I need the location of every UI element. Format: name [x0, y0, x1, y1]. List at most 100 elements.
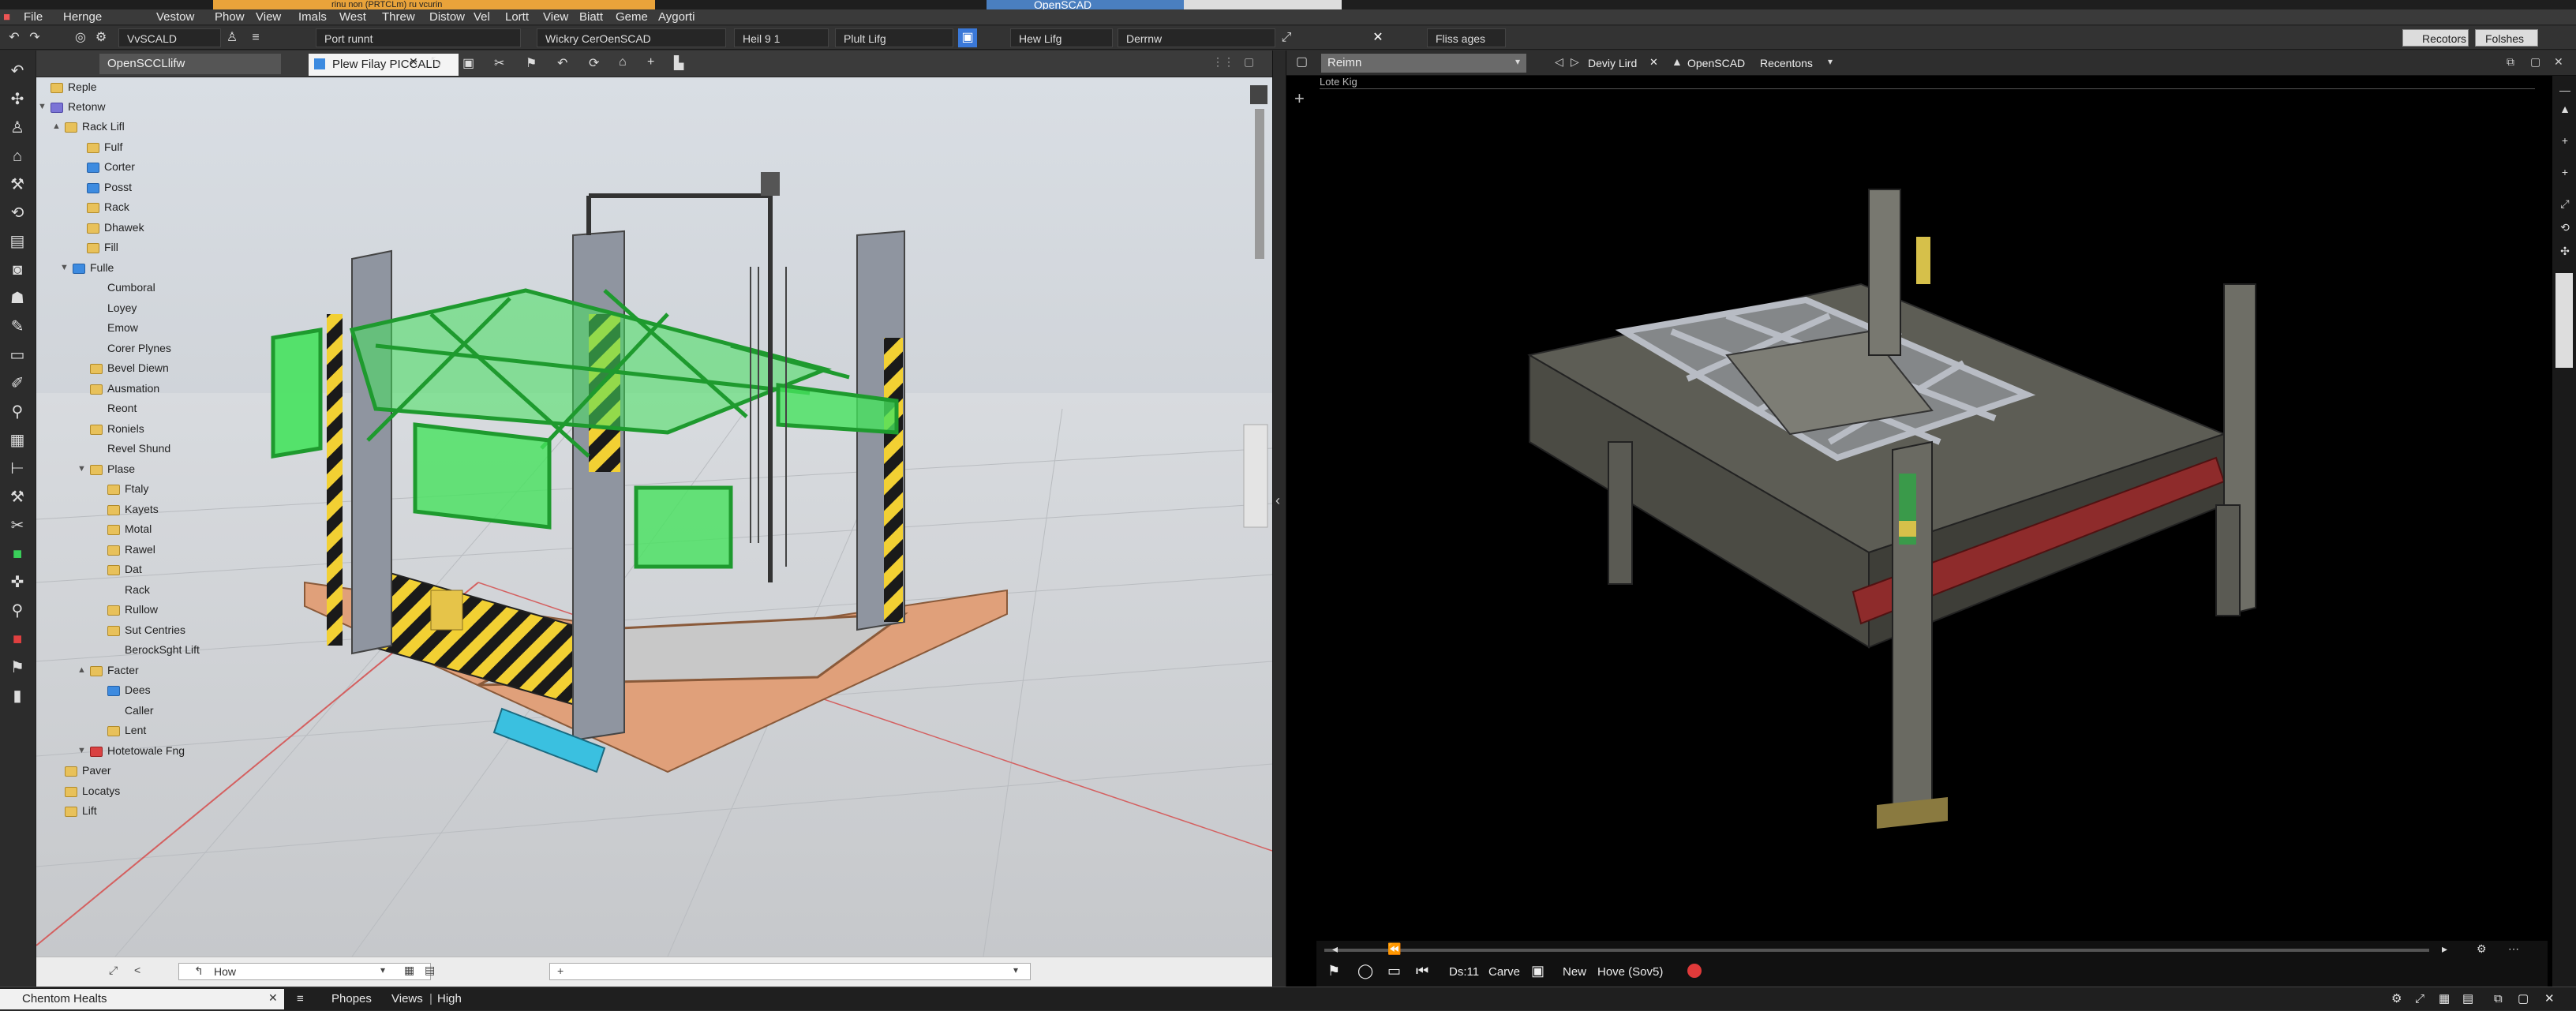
menu-west[interactable]: West	[339, 9, 366, 25]
footer-item-hove[interactable]: Hove (Sov5)	[1597, 965, 1663, 979]
toolbar-field-3[interactable]: Wickry CerOenSCAD	[537, 28, 726, 47]
selector-chevron-icon[interactable]: ▾	[1515, 56, 1520, 67]
status-tab[interactable]: Chentom Healts	[0, 989, 284, 1009]
tree-item[interactable]: ▲ Facter	[77, 661, 139, 680]
menu-aygorti[interactable]: Aygorti	[658, 9, 695, 25]
tree-item[interactable]: Reont	[107, 399, 137, 418]
menu-file[interactable]: File	[24, 9, 43, 25]
tree-item[interactable]: Rullow	[107, 600, 158, 619]
tree-item[interactable]: Locatys	[65, 781, 120, 800]
status-views[interactable]: Views	[391, 987, 423, 1011]
toolbar-field-4[interactable]: Heil 9 1	[734, 28, 829, 47]
panel-menu-icon[interactable]: ⋮⋮	[1212, 55, 1234, 69]
home-icon[interactable]: ⌂	[8, 147, 27, 166]
strip-up-icon[interactable]: ▲	[2555, 99, 2574, 118]
strip-rotate-icon[interactable]: ⟲	[2555, 218, 2574, 237]
window-tab-blank[interactable]	[1184, 0, 1342, 9]
tree-item[interactable]: Corer Plynes	[107, 339, 171, 358]
footer-item-ds[interactable]: Ds:11	[1449, 965, 1479, 979]
window-tab-a[interactable]: rinu non (PRTCLm) ru vcurin	[213, 0, 655, 9]
toolbar-field-5[interactable]: Plult Lifg	[835, 28, 953, 47]
pin-tool-icon[interactable]: ⚑	[8, 658, 27, 677]
home-tool-icon[interactable]: ⌂	[619, 55, 627, 69]
menu-lortt[interactable]: Lortt	[505, 9, 529, 25]
tree-item[interactable]: Revel Shund	[107, 439, 170, 458]
user-icon[interactable]: ♙	[223, 28, 242, 47]
status-list-icon[interactable]: ▤	[2462, 987, 2473, 1011]
restore-icon[interactable]: ⧉	[2507, 55, 2514, 69]
layout-tool-icon[interactable]: ▙	[674, 55, 683, 71]
tree-item[interactable]: Loyey	[107, 298, 137, 317]
tree-item[interactable]: ▼ Plase	[77, 459, 135, 478]
transform-icon[interactable]: ⟲	[8, 204, 27, 223]
recent-chevron-icon[interactable]: ▾	[1828, 56, 1833, 67]
hammer-icon[interactable]: ⚒	[8, 488, 27, 507]
menu-hernge[interactable]: Hernge	[63, 9, 102, 25]
undo-tool-icon[interactable]: ↶	[557, 55, 567, 71]
tree-item[interactable]: Motal	[107, 519, 152, 538]
strip-pan-icon[interactable]: ✣	[2555, 242, 2574, 260]
breadcrumb[interactable]: Deviy Lird	[1588, 57, 1637, 69]
brush-icon[interactable]: ✐	[8, 374, 27, 393]
timeline-chevron-icon[interactable]: ▾	[1013, 964, 1018, 975]
ruler-icon[interactable]: ▭	[8, 346, 27, 365]
recotors-button[interactable]: Recotors	[2402, 29, 2469, 47]
back-icon[interactable]: ↶	[5, 28, 24, 47]
tree-item[interactable]: Corter	[87, 157, 135, 176]
tree-item[interactable]: Posst	[87, 178, 132, 197]
timeline-start-icon[interactable]: ◂	[1332, 942, 1338, 956]
tree-item[interactable]: Dat	[107, 560, 142, 579]
project-selector[interactable]: OpenSCCLlifw	[99, 54, 281, 74]
tree-item[interactable]: Rack	[125, 580, 150, 599]
record-button-icon[interactable]	[1687, 964, 1702, 978]
panel-divider[interactable]: ‹	[1272, 51, 1286, 987]
lock-icon[interactable]: ▮	[8, 687, 27, 706]
box-icon[interactable]: ▤	[8, 232, 27, 251]
tree-item[interactable]: Dhawek	[87, 218, 144, 237]
toolbar-field-8[interactable]: Fliss ages	[1427, 28, 1506, 47]
status-phopes[interactable]: Phopes	[331, 987, 372, 1011]
grid-view-icon[interactable]: ▦	[404, 964, 414, 977]
green-tool-icon[interactable]: ■	[8, 545, 27, 564]
status-high[interactable]: High	[437, 987, 462, 1011]
tree-item[interactable]: ▼ Retonw	[38, 97, 105, 116]
menu-vestow[interactable]: Vestow	[156, 9, 194, 25]
status-close-icon[interactable]: ✕	[2544, 987, 2555, 1011]
tree-item[interactable]: Cumboral	[107, 278, 155, 297]
collapse-arrow-icon[interactable]: ‹	[1275, 492, 1280, 509]
menu-biatt[interactable]: Biatt	[579, 9, 603, 25]
prev-icon[interactable]: ◁	[1555, 55, 1563, 69]
status-grid-icon[interactable]: ▦	[2439, 987, 2450, 1011]
menu-geme[interactable]: Geme	[616, 9, 648, 25]
grid-icon[interactable]: ▦	[8, 431, 27, 450]
chevron-down-icon[interactable]: ▾	[380, 964, 385, 975]
tree-item[interactable]: Dees	[107, 680, 151, 699]
forward-icon[interactable]: ↷	[25, 28, 44, 47]
draw-tool-icon[interactable]: ⤡	[431, 55, 441, 69]
tree-item[interactable]: ▼ Fulle	[60, 258, 114, 277]
rotate-tool-icon[interactable]: ⟳	[589, 55, 599, 71]
tree-item[interactable]: Rawel	[107, 540, 155, 559]
record-icon[interactable]: ◯	[1357, 963, 1373, 979]
person-icon[interactable]: ♙	[8, 118, 27, 137]
layers-icon[interactable]: ▣	[958, 28, 977, 47]
gear-icon[interactable]: ⚙	[92, 28, 110, 47]
pin-icon[interactable]: ⤢	[1277, 28, 1296, 47]
status-tab-close-icon[interactable]: ✕	[268, 991, 278, 1005]
list-view-icon[interactable]: ▤	[425, 964, 435, 977]
footer-more-icon[interactable]: ⋯	[2508, 942, 2519, 956]
tree-item[interactable]: Fulf	[87, 137, 122, 156]
footer-search-input[interactable]: How	[178, 963, 431, 980]
app-label[interactable]: OpenSCAD	[1687, 57, 1745, 69]
image-icon[interactable]: ▣	[1531, 963, 1544, 979]
menu-view[interactable]: View	[256, 9, 281, 25]
status-window-icon[interactable]: ▢	[2518, 987, 2529, 1011]
camera-icon[interactable]: ◙	[8, 260, 27, 279]
maximize-icon[interactable]: ▢	[2530, 55, 2540, 69]
tree-item[interactable]: Caller	[125, 701, 154, 720]
flag-icon[interactable]: ⚑	[1327, 963, 1340, 979]
tree-item[interactable]: BerockSght Lift	[125, 640, 200, 659]
menu-imals[interactable]: Imals	[298, 9, 327, 25]
tree-item[interactable]: Sut Centries	[107, 620, 185, 639]
status-settings-icon[interactable]: ⚙	[2391, 987, 2402, 1011]
